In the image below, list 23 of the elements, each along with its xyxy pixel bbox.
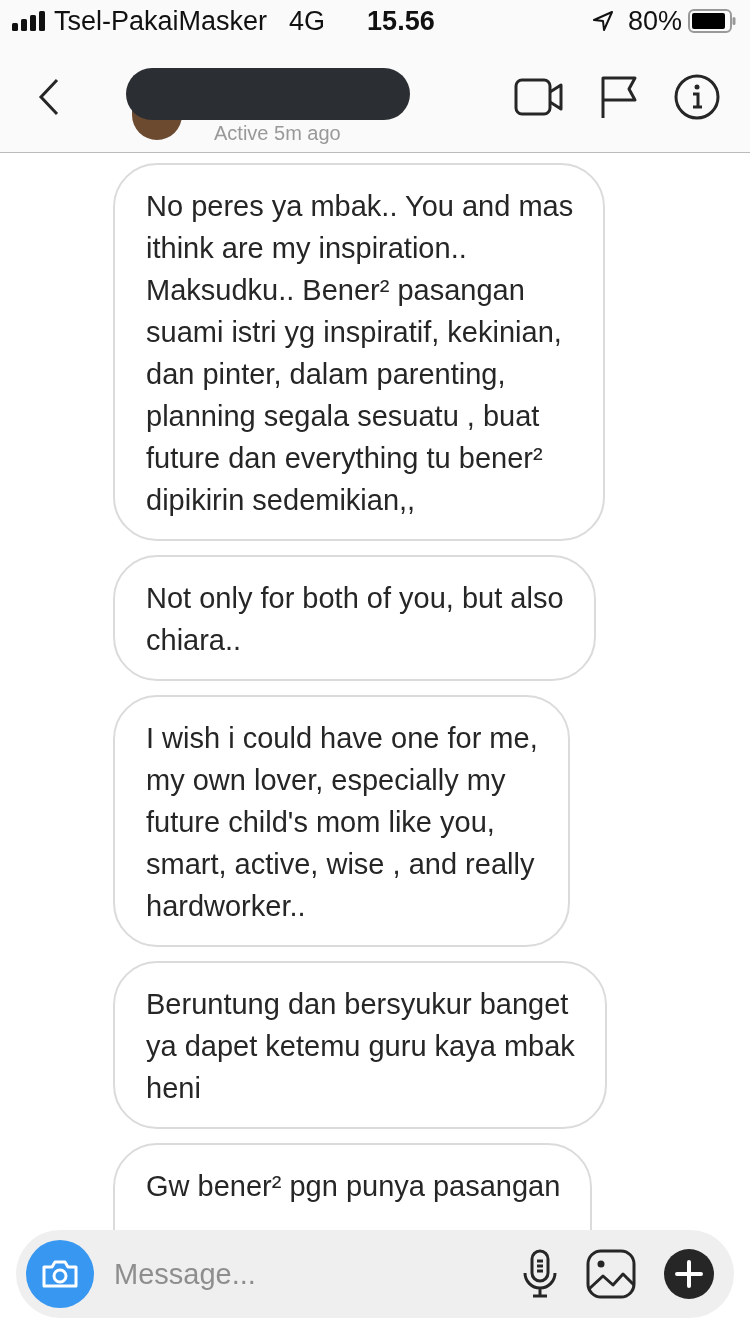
camera-icon [41,1259,79,1289]
microphone-icon[interactable] [522,1249,558,1299]
message-text: Beruntung dan bersyukur banget ya dapet ketemu guru kaya mbak heni [146,988,575,1104]
signal-icon [12,11,46,31]
message-text: No peres ya mbak.. You and mas ithink are my inspiration.. Maksudku.. Bener² pasangan suami istri yg inspiratif, kekinian, dan pinter, dalam parenting, planning segala sesuatu , buat future dan everything tu bener² dipikirin sedemikian,, [146,190,574,516]
flag-icon[interactable] [600,75,638,119]
location-arrow-icon [591,10,614,32]
add-icon[interactable] [664,1249,714,1299]
message-text: Gw bener² pgn punya pasangan [146,1170,561,1202]
message-input[interactable]: Message... [112,1256,494,1292]
clock-time: 15.56 [367,5,435,37]
info-icon[interactable] [674,74,720,120]
active-status: Active 5m ago [214,122,341,144]
battery-percent: 80% [627,5,682,37]
video-camera-icon[interactable] [514,78,564,116]
network-type: 4G [289,5,326,37]
camera-button[interactable] [26,1240,94,1308]
battery-icon [688,9,736,33]
carrier-name: Tsel-PakaiMasker [54,5,268,37]
message-text: Not only for both of you, but also chiara.. [146,582,564,656]
gallery-icon[interactable] [586,1249,636,1299]
back-icon[interactable] [38,78,60,116]
message-text: I wish i could have one for me, my own lover, especially my future child's mom like you, smart, active, wise , and really hardworker.. [146,722,538,922]
